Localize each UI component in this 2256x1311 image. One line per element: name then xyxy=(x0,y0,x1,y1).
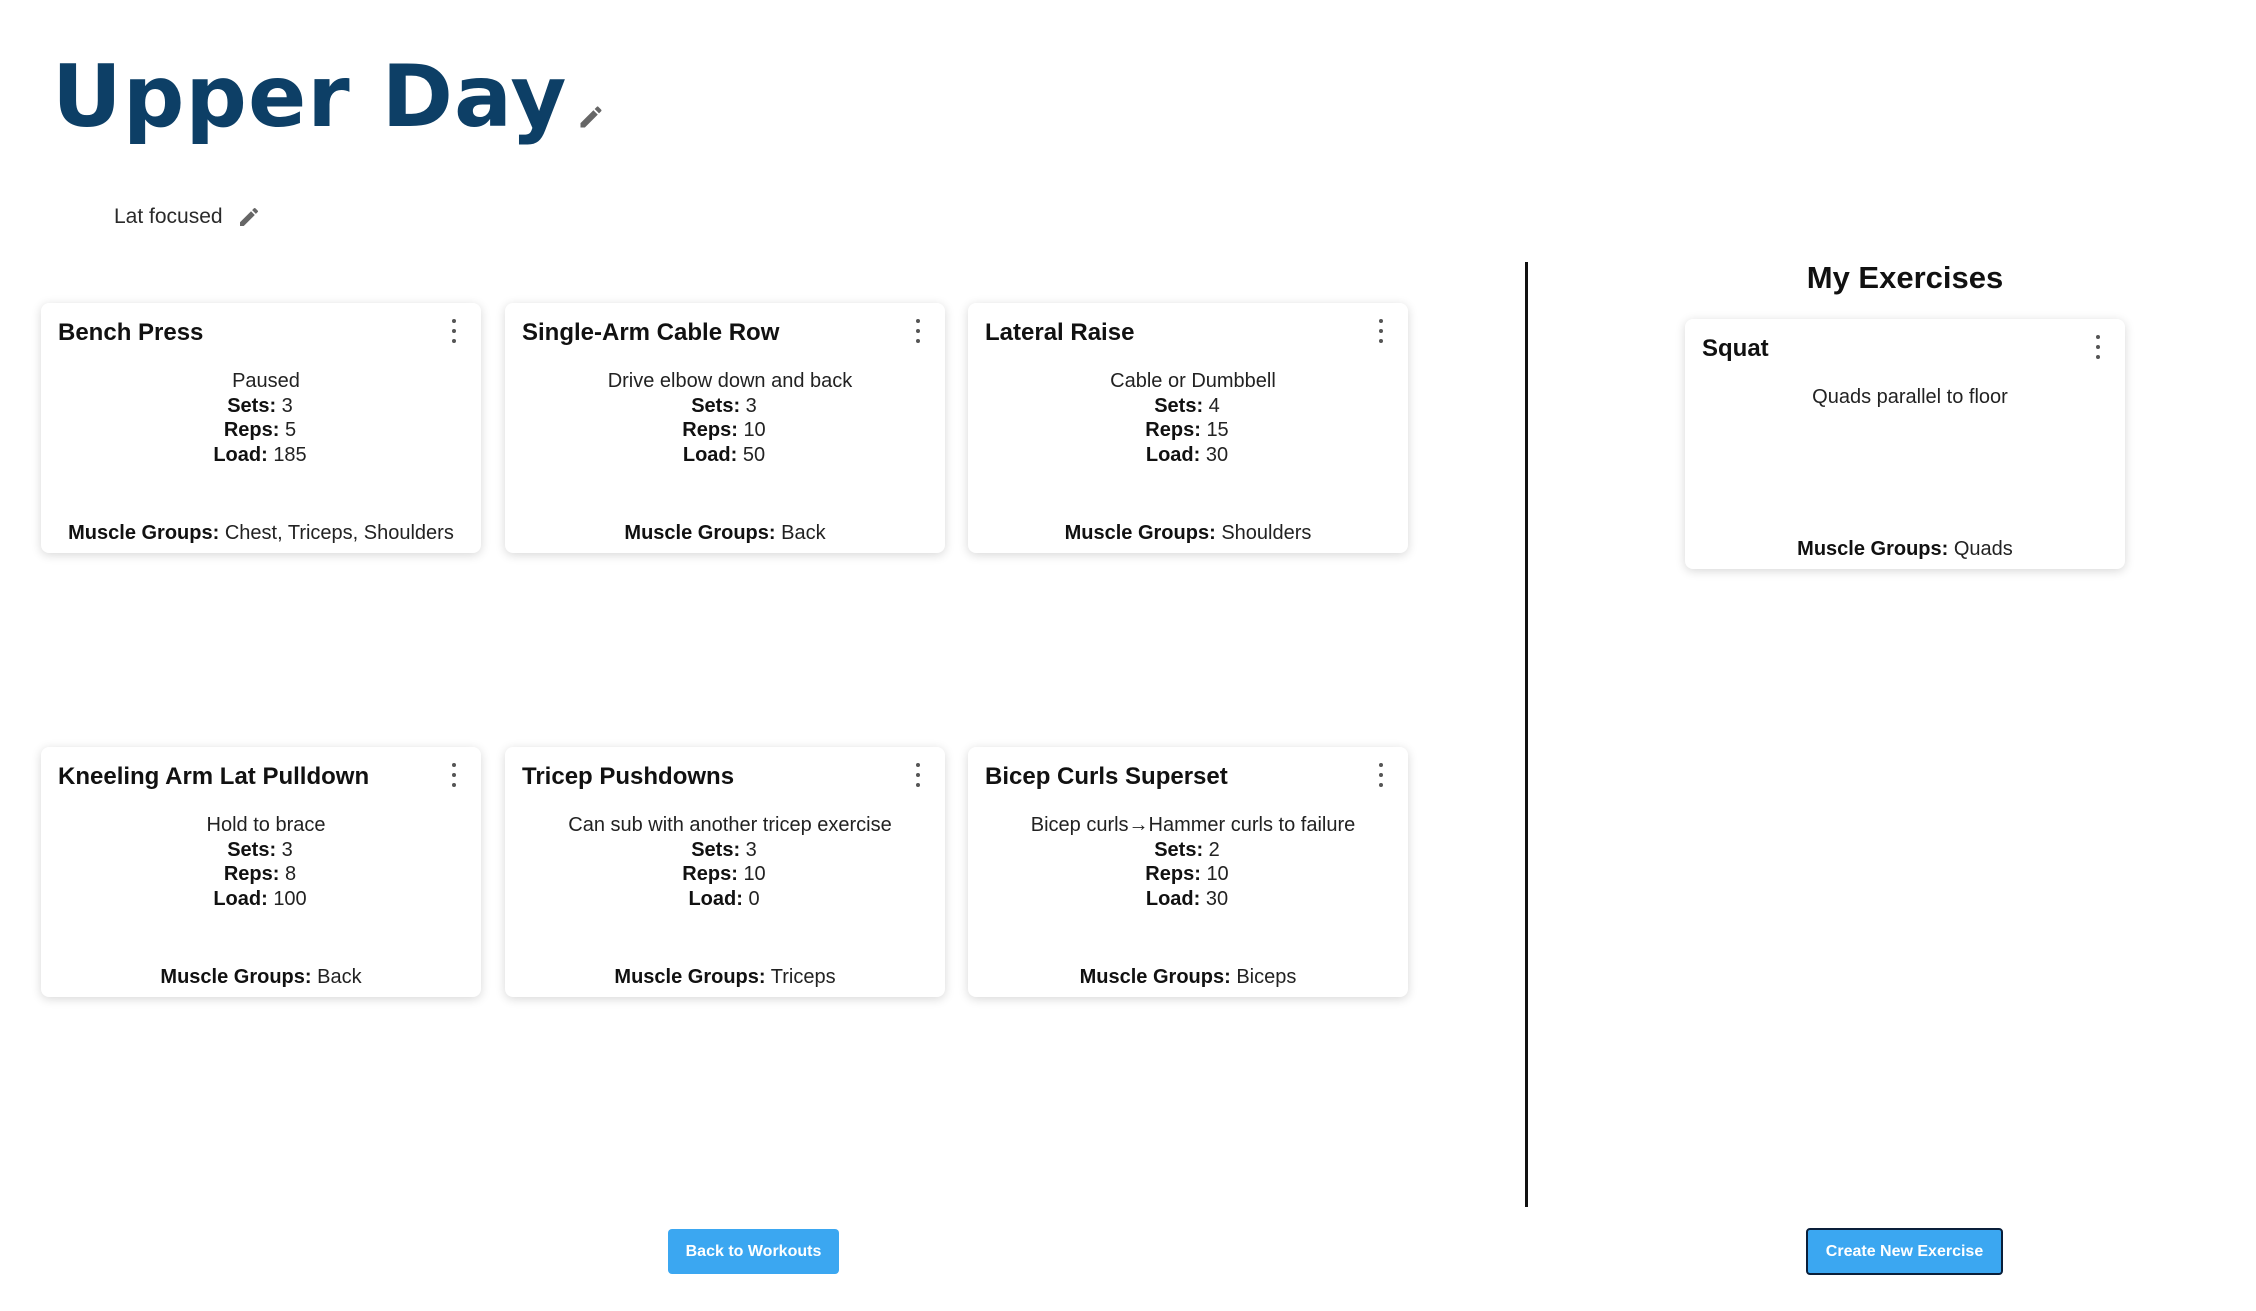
exercise-details: Cable or Dumbbell Sets: 4 Reps: 15 Load:… xyxy=(968,369,1408,467)
more-vertical-icon[interactable] xyxy=(445,319,463,343)
back-to-workouts-button[interactable]: Back to Workouts xyxy=(668,1229,839,1274)
exercise-load: Load: 100 xyxy=(213,887,307,910)
exercise-card[interactable]: Bicep Curls Superset Bicep curls→Hammer … xyxy=(968,747,1408,997)
exercise-muscle-groups: Muscle Groups: Chest, Triceps, Shoulders xyxy=(68,522,454,544)
exercise-name: Tricep Pushdowns xyxy=(522,763,735,790)
exercise-details: Hold to brace Sets: 3 Reps: 8 Load: 100 xyxy=(41,813,481,911)
exercise-muscle-groups: Muscle Groups: Triceps xyxy=(614,966,836,988)
exercise-card[interactable]: Single-Arm Cable Row Drive elbow down an… xyxy=(505,303,945,553)
exercise-name: Bicep Curls Superset xyxy=(985,763,1228,790)
exercise-muscle-groups: Muscle Groups: Back xyxy=(160,966,362,988)
exercise-card[interactable]: Tricep Pushdowns Can sub with another tr… xyxy=(505,747,945,997)
more-vertical-icon[interactable] xyxy=(1372,763,1390,787)
exercise-name: Lateral Raise xyxy=(985,319,1135,346)
exercise-muscle-groups: Muscle Groups: Quads xyxy=(1797,538,2013,560)
exercise-details: Bicep curls→Hammer curls to failure Sets… xyxy=(968,813,1408,911)
more-vertical-icon[interactable] xyxy=(445,763,463,787)
page-title: Upper Day xyxy=(52,47,568,147)
exercise-description: Bicep curls→Hammer curls to failure xyxy=(1030,814,1356,836)
exercise-description: Paused xyxy=(232,370,300,392)
workout-page: Upper Day Lat focused Bench Press Paused… xyxy=(0,0,2256,1311)
more-vertical-icon[interactable] xyxy=(909,763,927,787)
exercise-sets: Sets: 3 xyxy=(227,394,293,417)
exercise-details: Quads parallel to floor xyxy=(1685,385,2125,410)
exercise-name: Bench Press xyxy=(58,319,204,346)
exercise-name: Squat xyxy=(1702,335,1769,362)
exercise-details: Can sub with another tricep exercise Set… xyxy=(505,813,945,911)
exercise-muscle-groups: Muscle Groups: Biceps xyxy=(1079,966,1297,988)
exercise-description: Quads parallel to floor xyxy=(1812,386,2008,408)
create-new-exercise-button[interactable]: Create New Exercise xyxy=(1806,1228,2003,1275)
exercise-reps: Reps: 15 xyxy=(1145,419,1229,441)
exercise-reps: Reps: 8 xyxy=(223,863,297,885)
exercise-muscle-groups: Muscle Groups: Back xyxy=(624,522,826,544)
exercise-reps: Reps: 5 xyxy=(223,419,297,441)
exercise-reps: Reps: 10 xyxy=(1145,863,1229,885)
more-vertical-icon[interactable] xyxy=(1372,319,1390,343)
exercise-description: Cable or Dumbbell xyxy=(1110,370,1276,392)
exercise-load: Load: 30 xyxy=(1145,443,1229,466)
exercise-name: Kneeling Arm Lat Pulldown xyxy=(58,763,370,790)
exercise-description: Hold to brace xyxy=(206,814,326,836)
exercise-card[interactable]: Kneeling Arm Lat Pulldown Hold to brace … xyxy=(41,747,481,997)
exercise-muscle-groups: Muscle Groups: Shoulders xyxy=(1064,522,1312,544)
description-row: Lat focused xyxy=(114,205,261,229)
exercise-load: Load: 30 xyxy=(1145,887,1229,910)
exercise-reps: Reps: 10 xyxy=(682,863,766,885)
exercise-sets: Sets: 3 xyxy=(227,838,293,861)
my-exercise-card[interactable]: Squat Quads parallel to floor Muscle Gro… xyxy=(1685,319,2125,569)
exercise-sets: Sets: 2 xyxy=(1154,838,1220,861)
my-exercises-heading: My Exercises xyxy=(1806,260,2004,295)
exercise-description: Drive elbow down and back xyxy=(607,370,853,392)
exercise-load: Load: 0 xyxy=(688,887,760,910)
exercise-card[interactable]: Bench Press Paused Sets: 3 Reps: 5 Load:… xyxy=(41,303,481,553)
exercise-load: Load: 185 xyxy=(213,443,307,466)
more-vertical-icon[interactable] xyxy=(909,319,927,343)
edit-title-pencil-icon[interactable] xyxy=(577,103,605,131)
more-vertical-icon[interactable] xyxy=(2089,335,2107,359)
title-row: Upper Day xyxy=(52,48,605,147)
exercise-sets: Sets: 3 xyxy=(691,394,757,417)
exercise-details: Paused Sets: 3 Reps: 5 Load: 185 xyxy=(41,369,481,467)
exercise-details: Drive elbow down and back Sets: 3 Reps: … xyxy=(505,369,945,467)
exercise-name: Single-Arm Cable Row xyxy=(522,319,780,346)
vertical-divider xyxy=(1525,262,1528,1207)
exercise-sets: Sets: 4 xyxy=(1154,394,1220,417)
exercise-sets: Sets: 3 xyxy=(691,838,757,861)
exercise-description: Can sub with another tricep exercise xyxy=(568,814,892,836)
exercise-reps: Reps: 10 xyxy=(682,419,766,441)
exercise-load: Load: 50 xyxy=(682,443,766,466)
workout-description: Lat focused xyxy=(114,205,223,228)
exercise-card[interactable]: Lateral Raise Cable or Dumbbell Sets: 4 … xyxy=(968,303,1408,553)
edit-description-pencil-icon[interactable] xyxy=(237,205,261,229)
